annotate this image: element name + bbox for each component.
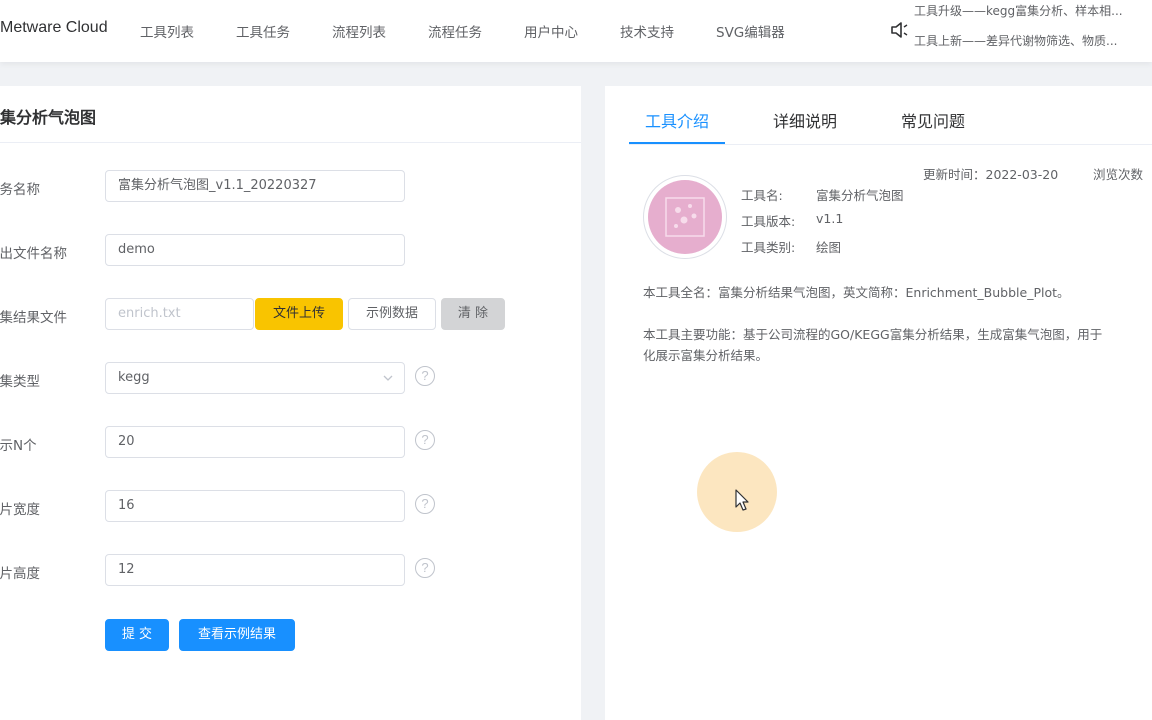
top-header: Metware Cloud 工具列表 工具任务 流程列表 流程任务 用户中心 技… xyxy=(0,0,1152,62)
nav-tool-list[interactable]: 工具列表 xyxy=(140,21,194,41)
tool-version-label: 工具版本: xyxy=(741,214,796,229)
tool-version-value: v1.1 xyxy=(816,211,844,226)
tool-thumbnail xyxy=(643,175,727,259)
speaker-icon xyxy=(891,22,908,38)
enrich-type-value: kegg xyxy=(118,370,150,385)
tool-info-panel: 工具介绍 详细说明 常见问题 更新时间：2022-03-20 浏览次数 工具名:… xyxy=(605,86,1152,720)
show-n-input[interactable]: 20 xyxy=(105,426,405,458)
nav-pipeline-tasks[interactable]: 流程任务 xyxy=(428,21,482,41)
task-form-panel: 富集分析气泡图 任务名称 富集分析气泡图_v1.1_20220327 输出文件名… xyxy=(0,86,581,720)
image-width-input[interactable]: 16 xyxy=(105,490,405,522)
result-file-label: 富集结果文件 xyxy=(0,310,67,326)
tool-category-label: 工具类别: xyxy=(741,240,796,255)
submit-button[interactable]: 提 交 xyxy=(105,619,169,651)
image-height-input[interactable]: 12 xyxy=(105,554,405,586)
tool-category-value: 绘图 xyxy=(816,240,842,255)
chevron-down-icon xyxy=(383,375,393,381)
tool-name-value: 富集分析气泡图 xyxy=(816,188,904,203)
brand-logo[interactable]: Metware Cloud xyxy=(0,19,108,37)
tab-tool-intro[interactable]: 工具介绍 xyxy=(645,108,709,132)
announcement-line[interactable]: 工具上新——差异代谢物筛选、物质... xyxy=(914,32,1117,49)
clear-button[interactable]: 清 除 xyxy=(441,298,505,330)
output-name-label: 输出文件名称 xyxy=(0,246,67,262)
enrich-type-label: 富集类型 xyxy=(0,374,40,390)
view-example-result-button[interactable]: 查看示例结果 xyxy=(179,619,295,651)
bubble-chart-icon xyxy=(648,180,722,254)
help-icon[interactable]: ? xyxy=(415,366,435,386)
result-file-input[interactable]: enrich.txt xyxy=(105,298,254,330)
image-width-label: 图片宽度 xyxy=(0,502,40,518)
example-data-button[interactable]: 示例数据 xyxy=(348,298,436,330)
nav-tool-tasks[interactable]: 工具任务 xyxy=(236,21,290,41)
nav-svg-editor[interactable]: SVG编辑器 xyxy=(716,21,785,41)
form-title: 富集分析气泡图 xyxy=(0,108,97,127)
image-height-label: 图片高度 xyxy=(0,566,40,582)
tool-function-description-line1: 本工具主要功能：基于公司流程的GO/KEGG富集分析结果，生成富集气泡图，用于 xyxy=(643,327,1103,342)
file-upload-button[interactable]: 文件上传 xyxy=(255,298,343,330)
help-icon[interactable]: ? xyxy=(415,558,435,578)
help-icon[interactable]: ? xyxy=(415,494,435,514)
active-tab-indicator xyxy=(629,142,725,144)
announcement-line[interactable]: 工具升级——kegg富集分析、样本相... xyxy=(914,4,1123,19)
help-icon[interactable]: ? xyxy=(415,430,435,450)
show-n-label: 展示N个 xyxy=(0,438,37,454)
enrich-type-select[interactable]: kegg xyxy=(105,362,405,394)
nav-tech-support[interactable]: 技术支持 xyxy=(620,21,674,41)
divider xyxy=(0,142,581,143)
bubble-chart-glyph xyxy=(665,197,705,237)
task-name-label: 任务名称 xyxy=(0,182,40,198)
tab-divider xyxy=(629,144,1152,145)
task-name-input[interactable]: 富集分析气泡图_v1.1_20220327 xyxy=(105,170,405,202)
update-time: 更新时间：2022-03-20 xyxy=(923,167,1059,182)
nav-user-center[interactable]: 用户中心 xyxy=(524,21,578,41)
tool-function-description-line2: 化展示富集分析结果。 xyxy=(643,348,769,363)
tab-details[interactable]: 详细说明 xyxy=(773,108,837,132)
nav-pipeline-list[interactable]: 流程列表 xyxy=(332,21,386,41)
mouse-pointer-icon xyxy=(735,489,749,511)
tool-name-label: 工具名: xyxy=(741,188,783,203)
announcement-ticker[interactable]: 工具升级——kegg富集分析、样本相... 工具上新——差异代谢物筛选、物质..… xyxy=(914,4,1152,60)
view-count: 浏览次数 xyxy=(1093,167,1144,182)
tab-faq[interactable]: 常见问题 xyxy=(901,108,965,132)
output-name-input[interactable]: demo xyxy=(105,234,405,266)
tool-full-name-description: 本工具全名：富集分析结果气泡图，英文简称：Enrichment_Bubble_P… xyxy=(643,285,1070,300)
